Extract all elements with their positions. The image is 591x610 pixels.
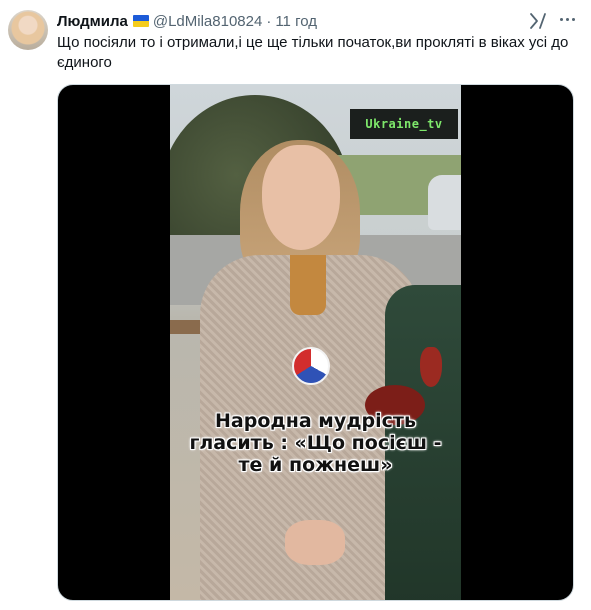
background-bench (170, 320, 200, 334)
tweet-header: Людмила @LdMila810824 · 11 год (57, 11, 317, 31)
caption-line: те й пожнеш» (238, 454, 393, 476)
woman-face (262, 145, 340, 250)
ribbon-badge (292, 347, 330, 385)
tweet-video[interactable]: Ukraine_tv Народна мудрість гласить : «Щ… (57, 84, 574, 601)
uniform-patch (420, 347, 442, 387)
video-caption: Народна мудрість гласить : «Що посієш - … (170, 410, 461, 476)
tweet-text: Що посіяли то і отримали,і це ще тільки … (57, 34, 569, 71)
woman-hands (285, 520, 345, 565)
caption-line: Народна мудрість (215, 410, 416, 432)
more-icon[interactable] (560, 18, 575, 21)
video-frame: Ukraine_tv Народна мудрість гласить : «Щ… (170, 85, 461, 600)
video-watermark: Ukraine_tv (350, 109, 458, 139)
timestamp[interactable]: 11 год (275, 13, 317, 30)
separator: · (266, 12, 272, 30)
tweet[interactable]: Людмила @LdMila810824 · 11 год Що посіял… (0, 0, 591, 610)
grok-icon[interactable] (528, 11, 548, 31)
background-car (428, 175, 461, 230)
avatar[interactable] (8, 10, 48, 50)
ukraine-flag-icon (132, 15, 149, 27)
author-name[interactable]: Людмила (57, 13, 128, 30)
author-handle[interactable]: @LdMila810824 (153, 13, 262, 30)
caption-line: гласить : «Що посієш - (189, 432, 442, 454)
woman-scarf (290, 255, 326, 315)
